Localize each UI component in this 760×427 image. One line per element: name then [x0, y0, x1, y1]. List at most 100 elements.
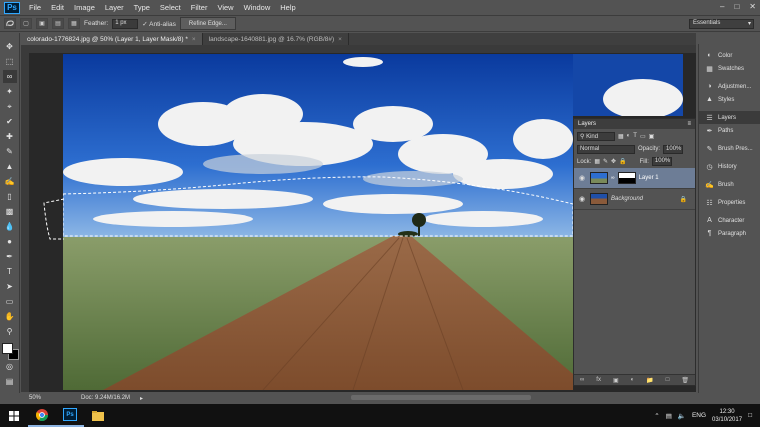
dock-color[interactable]: ◐ Color: [699, 49, 760, 62]
path-select-tool-icon[interactable]: ➤: [3, 280, 17, 293]
menu-view[interactable]: View: [212, 3, 238, 12]
fx-icon[interactable]: fx: [596, 377, 601, 383]
dock-paths[interactable]: ✒ Paths: [699, 124, 760, 137]
screen-mode-icon[interactable]: ▤: [3, 375, 17, 388]
healing-brush-tool-icon[interactable]: ✚: [3, 130, 17, 143]
menu-image[interactable]: Image: [69, 3, 100, 12]
foreground-color-swatch[interactable]: [1, 343, 13, 354]
tab-landscape[interactable]: landscape-1640881.jpg @ 16.7% (RGB/8#) ×: [203, 33, 349, 45]
lock-paint-icon[interactable]: ✎: [603, 158, 608, 165]
filter-type-icon[interactable]: T: [633, 133, 637, 139]
gradient-tool-icon[interactable]: ▩: [3, 205, 17, 218]
brush-tool-icon[interactable]: ✎: [3, 145, 17, 158]
visibility-eye-icon[interactable]: ◉: [577, 174, 587, 182]
add-selection-icon[interactable]: ▣: [36, 18, 48, 29]
anti-alias-checkbox[interactable]: ✓ Anti-alias: [142, 20, 176, 28]
lock-transparent-icon[interactable]: ▦: [594, 158, 600, 165]
document-image-right-edge[interactable]: [573, 54, 683, 116]
menu-file[interactable]: File: [24, 3, 46, 12]
new-layer-icon[interactable]: □: [666, 377, 670, 383]
filter-pixel-icon[interactable]: ▦: [618, 133, 624, 140]
adjustment-layer-icon[interactable]: ◐: [631, 377, 635, 383]
layers-panel-header[interactable]: Layers ≡: [574, 119, 695, 129]
lasso-preset-icon[interactable]: [4, 18, 16, 29]
chrome-taskbar-button[interactable]: [28, 404, 56, 427]
close-icon[interactable]: ×: [338, 36, 342, 43]
dock-history[interactable]: ◷ History: [699, 160, 760, 173]
file-explorer-taskbar-button[interactable]: [84, 404, 112, 427]
filter-adjustment-icon[interactable]: ◐: [627, 133, 631, 139]
visibility-eye-icon[interactable]: ◉: [577, 195, 587, 203]
blend-mode-select[interactable]: Normal: [577, 144, 635, 154]
menu-edit[interactable]: Edit: [46, 3, 69, 12]
zoom-level[interactable]: 50%: [29, 395, 41, 401]
dodge-tool-icon[interactable]: ●: [3, 235, 17, 248]
dock-properties[interactable]: ☷ Properties: [699, 196, 760, 209]
eraser-tool-icon[interactable]: ▯: [3, 190, 17, 203]
dock-paragraph[interactable]: ¶ Paragraph: [699, 227, 760, 240]
tab-colorado[interactable]: colorado-1776824.jpg @ 50% (Layer 1, Lay…: [21, 33, 203, 45]
chevron-up-icon[interactable]: ⌃: [654, 412, 659, 420]
move-tool-icon[interactable]: ✥: [3, 40, 17, 53]
close-icon[interactable]: ×: [192, 36, 196, 43]
layer-row-background[interactable]: ◉ Background 🔒: [574, 189, 695, 210]
horizontal-scrollbar[interactable]: [351, 395, 531, 400]
volume-icon[interactable]: 🔈: [678, 412, 686, 420]
menu-layer[interactable]: Layer: [100, 3, 129, 12]
history-brush-tool-icon[interactable]: ✍: [3, 175, 17, 188]
quick-select-tool-icon[interactable]: ✦: [3, 85, 17, 98]
menu-type[interactable]: Type: [129, 3, 155, 12]
network-icon[interactable]: ▤: [666, 412, 672, 420]
fill-input[interactable]: 100%: [651, 157, 672, 166]
menu-window[interactable]: Window: [239, 3, 276, 12]
notification-icon[interactable]: □: [748, 412, 752, 419]
lasso-tool-icon[interactable]: ∞: [2, 70, 17, 83]
blur-tool-icon[interactable]: 💧: [3, 220, 17, 233]
opacity-input[interactable]: 100%: [663, 144, 684, 154]
panel-menu-icon[interactable]: ≡: [687, 121, 691, 127]
feather-input[interactable]: 1 px: [112, 18, 139, 29]
dock-layers[interactable]: ☰ Layers: [699, 111, 760, 124]
minimize-icon[interactable]: –: [720, 2, 724, 11]
close-icon[interactable]: ✕: [749, 2, 756, 11]
marquee-tool-icon[interactable]: ⬚: [3, 55, 17, 68]
subtract-selection-icon[interactable]: ▤: [52, 18, 64, 29]
shape-tool-icon[interactable]: ▭: [3, 295, 17, 308]
dock-adjustments[interactable]: ◑ Adjustmen...: [699, 80, 760, 93]
dock-styles[interactable]: ▲ Styles: [699, 93, 760, 106]
menu-filter[interactable]: Filter: [186, 3, 213, 12]
menu-select[interactable]: Select: [155, 3, 186, 12]
quick-mask-icon[interactable]: ◎: [3, 360, 17, 373]
document-image[interactable]: [63, 54, 573, 390]
type-tool-icon[interactable]: T: [3, 265, 17, 278]
hand-tool-icon[interactable]: ✋: [3, 310, 17, 323]
intersect-selection-icon[interactable]: ▦: [68, 18, 80, 29]
refine-edge-button[interactable]: Refine Edge...: [179, 17, 236, 30]
link-icon[interactable]: ∞: [611, 175, 615, 181]
eyedropper-tool-icon[interactable]: ✔: [3, 115, 17, 128]
photoshop-taskbar-button[interactable]: Ps: [56, 404, 84, 427]
new-group-icon[interactable]: 📁: [646, 377, 653, 384]
pen-tool-icon[interactable]: ✒: [3, 250, 17, 263]
language-indicator[interactable]: ENG: [692, 412, 706, 419]
workspace-select[interactable]: Essentials ▾: [689, 19, 754, 29]
filter-shape-icon[interactable]: ▭: [640, 133, 646, 140]
filter-kind-select[interactable]: ⚲ Kind: [577, 131, 615, 141]
trash-icon[interactable]: 🗑: [681, 377, 689, 384]
menu-help[interactable]: Help: [275, 3, 300, 12]
crop-tool-icon[interactable]: ⌖: [3, 100, 17, 113]
link-layers-icon[interactable]: ∞: [580, 377, 584, 383]
filter-smart-object-icon[interactable]: ▣: [649, 133, 655, 140]
color-swatches[interactable]: [1, 343, 19, 360]
layer-mask-thumbnail[interactable]: [617, 172, 636, 184]
status-arrow-icon[interactable]: ▸: [140, 395, 143, 402]
dock-brush[interactable]: ✍ Brush: [699, 178, 760, 191]
lock-all-icon[interactable]: 🔒: [619, 158, 626, 165]
lock-position-icon[interactable]: ✥: [611, 158, 616, 165]
dock-character[interactable]: A Character: [699, 214, 760, 227]
clone-stamp-tool-icon[interactable]: ▲: [3, 160, 17, 173]
zoom-tool-icon[interactable]: ⚲: [3, 325, 17, 338]
start-button[interactable]: [0, 404, 28, 427]
clock[interactable]: 12:30 03/10/2017: [712, 408, 742, 424]
layer-row-layer-1[interactable]: ◉ ∞ Layer 1: [574, 168, 695, 189]
